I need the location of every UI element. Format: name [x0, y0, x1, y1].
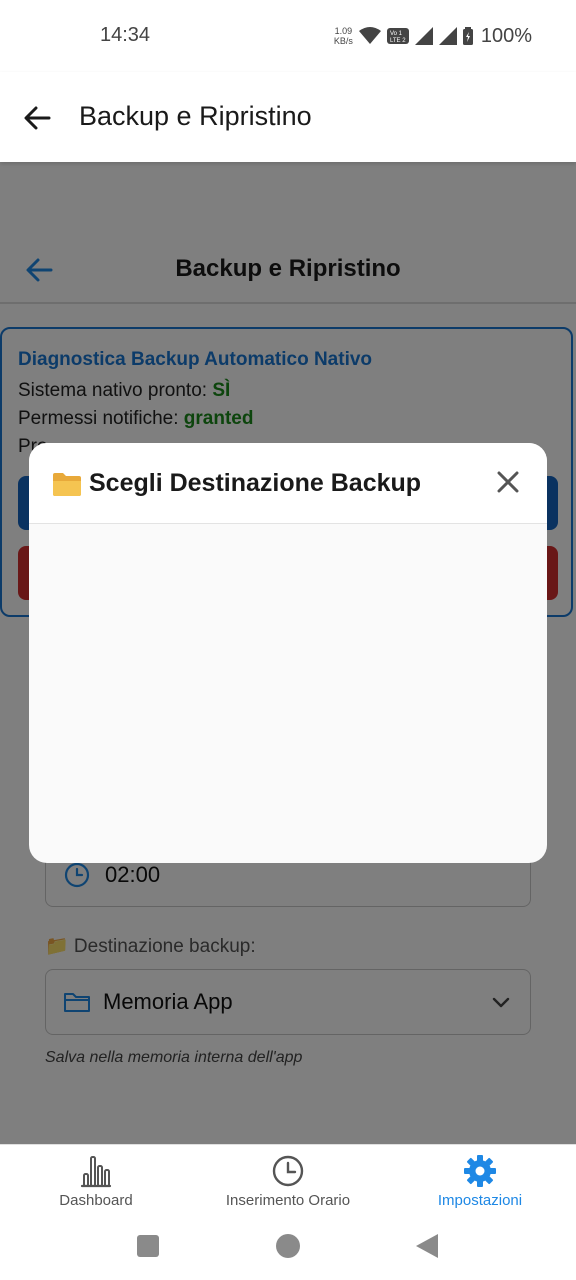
nav-item-impostazioni[interactable]: Impostazioni	[384, 1150, 576, 1216]
home-button[interactable]	[276, 1234, 300, 1258]
folder-emoji-icon	[53, 473, 81, 496]
svg-text:Vo 1: Vo 1	[390, 31, 403, 37]
network-speed: 1.09 KB/s	[334, 26, 353, 46]
battery-percentage: 100%	[480, 24, 532, 47]
status-time: 14:34	[100, 24, 151, 46]
close-icon[interactable]	[495, 469, 521, 495]
dialog-title: Scegli Destinazione Backup	[89, 469, 422, 497]
nav-label-dashboard: Dashboard	[59, 1192, 133, 1209]
wifi-icon	[358, 27, 381, 44]
nav-label-impostazioni: Impostazioni	[437, 1192, 523, 1209]
nav-item-dashboard[interactable]: Dashboard	[0, 1150, 192, 1216]
app-bar-title: Backup e Ripristino	[79, 101, 312, 131]
back-button[interactable]	[416, 1234, 438, 1258]
signal-1-icon	[414, 27, 433, 45]
battery-icon	[462, 27, 473, 45]
back-arrow-icon[interactable]	[22, 103, 52, 133]
svg-text:LTE 2: LTE 2	[390, 38, 406, 44]
network-speed-unit: KB/s	[333, 36, 353, 46]
gear-icon	[464, 1155, 496, 1187]
status-icons: 1.09 KB/s Vo 1 LTE 2 100%	[334, 22, 532, 50]
signal-2-icon	[438, 27, 457, 45]
network-speed-value: 1.09	[334, 26, 353, 36]
volte-icon: Vo 1LTE 2	[386, 28, 409, 44]
recents-button[interactable]	[137, 1235, 159, 1257]
bar-chart-icon	[80, 1156, 112, 1188]
clock-icon	[272, 1155, 304, 1187]
nav-item-inserimento-orario[interactable]: Inserimento Orario	[192, 1150, 384, 1216]
destination-dialog: Scegli Destinazione Backup	[29, 443, 547, 863]
nav-label-inserimento-orario: Inserimento Orario	[225, 1192, 351, 1209]
